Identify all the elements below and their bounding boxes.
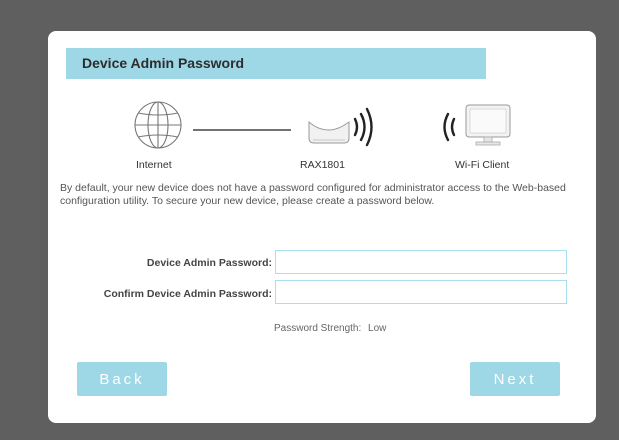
- description-text: By default, your new device does not hav…: [60, 182, 566, 207]
- internet-label: Internet: [136, 159, 172, 171]
- globe-icon: [134, 101, 182, 149]
- router-icon: [308, 120, 350, 144]
- password-strength-label: Password Strength:: [274, 323, 362, 334]
- router-label: RAX1801: [300, 159, 345, 171]
- admin-password-input[interactable]: [275, 250, 567, 274]
- confirm-password-input[interactable]: [275, 280, 567, 304]
- monitor-icon: [465, 104, 511, 146]
- next-button[interactable]: Next: [470, 362, 560, 396]
- wifi-signal-icon: [353, 107, 373, 147]
- admin-password-label: Device Admin Password:: [146, 257, 272, 269]
- password-strength: Password Strength: Low: [274, 323, 386, 334]
- wifi-client-label: Wi-Fi Client: [455, 159, 510, 171]
- password-strength-value: Low: [368, 323, 387, 334]
- wifi-signal-icon: [443, 112, 456, 142]
- setup-wizard-card: Device Admin Password Internet RAX1801 W…: [48, 31, 596, 423]
- confirm-password-label: Confirm Device Admin Password:: [103, 288, 272, 300]
- back-button[interactable]: Back: [77, 362, 167, 396]
